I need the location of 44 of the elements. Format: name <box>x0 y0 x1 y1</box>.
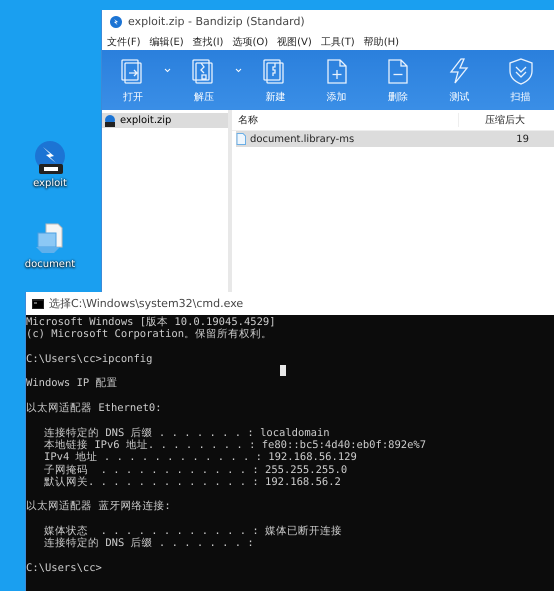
column-heading[interactable]: 压缩后大 <box>458 113 554 127</box>
menu-item[interactable]: 视图(V) <box>277 34 312 48</box>
text-cursor <box>280 365 286 376</box>
zip-file-icon[interactable] <box>32 140 68 176</box>
terminal-line: 连接特定的 DNS 后缀 . . . . . . . : <box>44 537 255 550</box>
app-logo-icon <box>110 16 122 28</box>
terminal-line: 子网掩码 . . . . . . . . . . . . : 255.255.255.0 <box>44 464 348 476</box>
menu-item[interactable]: 帮助(H) <box>364 34 400 48</box>
terminal-icon <box>32 298 44 308</box>
caret-icon[interactable] <box>164 68 171 73</box>
menu-item[interactable]: 查找(I) <box>192 34 224 48</box>
toolbar-button[interactable]: 打开 <box>106 52 160 108</box>
terminal-line: IPv4 地址 . . . . . . . . . . . . : 192.168.56.129 <box>44 451 358 464</box>
zip-file-icon <box>104 114 116 126</box>
terminal-line: 以太网适配器 蓝牙网络连接: <box>26 500 172 513</box>
terminal-line: 默认网关. . . . . . . . . . . . . : 192.168.56.2 <box>44 476 342 488</box>
terminal-line: 连接特定的 DNS 后缀 . . . . . . . : localdomain <box>44 426 331 439</box>
terminal-line: 媒体状态 . . . . . . . . . . . . : 媒体已断开连接 <box>44 525 344 538</box>
menu-item[interactable]: 编辑(E) <box>150 34 184 48</box>
toolbar-button[interactable]: 删除 <box>371 52 426 108</box>
menu-item[interactable]: 工具(T) <box>320 34 355 48</box>
file-name: document.library-ms <box>236 133 466 145</box>
file-row[interactable]: document.library-ms 19 <box>236 131 554 147</box>
menu-item[interactable]: 文件(F) <box>107 34 141 48</box>
terminal-line: 本地链接 IPv6 地址. . . . . . . . : fe80::bc5:4d40:eb0f:892e%7 <box>44 438 428 451</box>
terminal-line: (c) Microsoft Corporation。保留所有权利。 <box>26 328 274 341</box>
tree-item[interactable]: exploit.zip <box>102 113 228 128</box>
terminal-line: 以太网适配器 Ethernet0: <box>26 402 163 414</box>
column-heading[interactable]: 名称 <box>232 113 458 127</box>
terminal-line: C:\Users\cc>ipconfig <box>26 352 154 366</box>
toolbar-button[interactable]: 扫描 <box>494 52 548 108</box>
toolbar-button[interactable]: 解压 <box>177 52 232 108</box>
menu-item[interactable]: 选项(O) <box>232 34 268 48</box>
window-title: exploit.zip - Bandizip (Standard) <box>128 15 305 28</box>
toolbar-button[interactable]: 新建 <box>248 52 302 108</box>
terminal-line: Windows IP 配置 <box>26 377 119 390</box>
caret-icon[interactable] <box>235 68 242 73</box>
file-size: 19 <box>515 134 529 144</box>
document-icon <box>236 133 246 145</box>
window-title: 选择C:\Windows\system32\cmd.exe <box>49 296 244 311</box>
toolbar-button[interactable]: 添加 <box>310 52 364 108</box>
toolbar-button[interactable]: 测试 <box>432 52 486 108</box>
terminal-line: C:\Users\cc> <box>26 562 103 574</box>
terminal-line: Microsoft Windows [版本 10.0.19045.4529] <box>26 316 277 328</box>
